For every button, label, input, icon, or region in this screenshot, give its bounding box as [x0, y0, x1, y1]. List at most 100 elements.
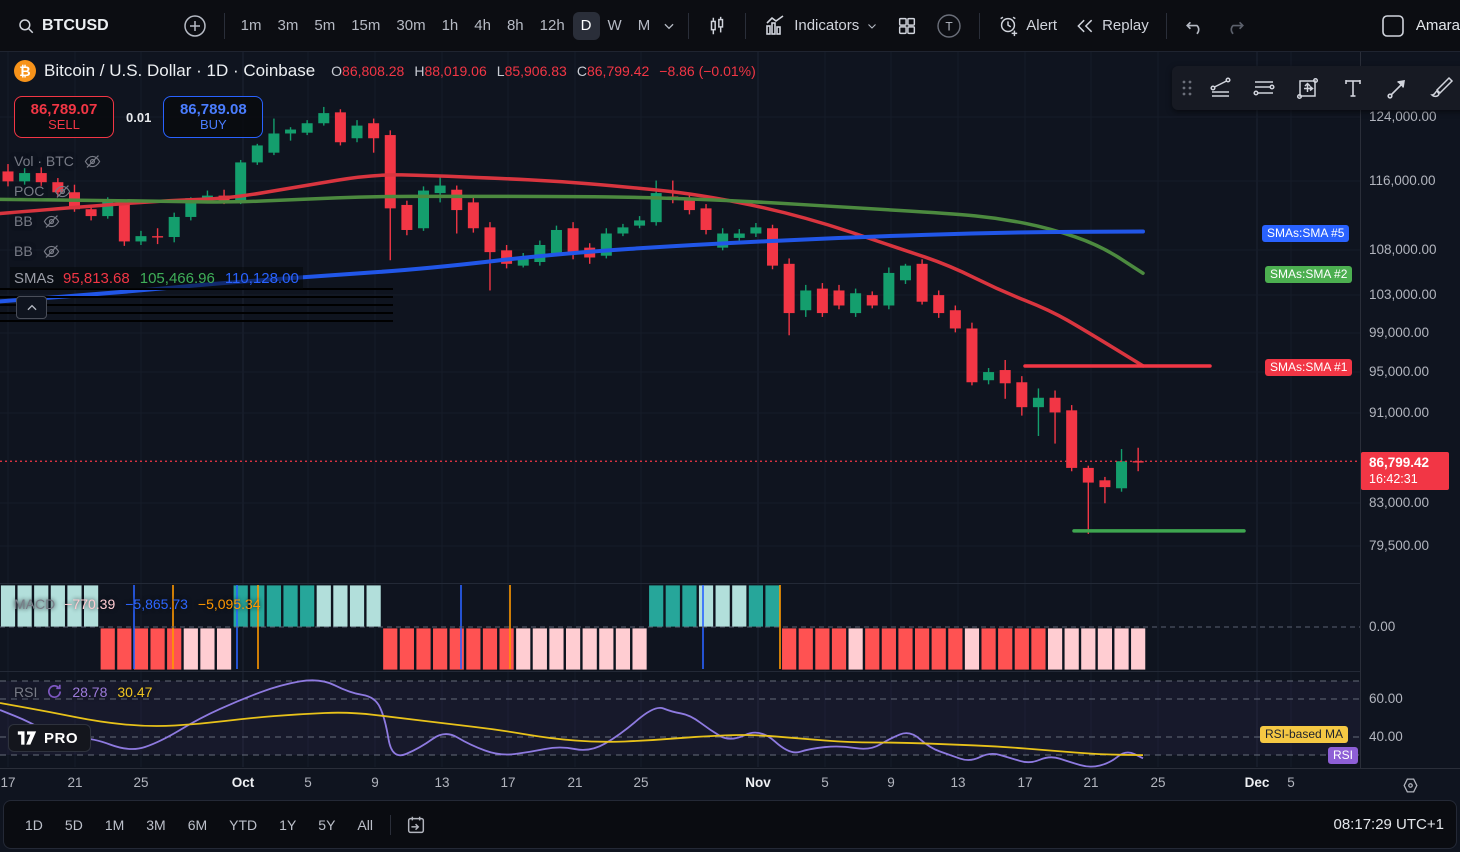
candle-body-oct-7[interactable] [334, 112, 346, 143]
candle-body-nov-1[interactable] [750, 227, 762, 234]
candle-body-oct-14[interactable] [451, 189, 463, 211]
timeframe-4h[interactable]: 4h [466, 12, 499, 40]
time-axis[interactable]: 17 21 25 Oct 5 9 13 17 21 25 Nov 5 9 13 17 21 25 Dec 5 [0, 768, 1460, 798]
candle-body-oct-6[interactable] [318, 113, 330, 124]
range-5d[interactable]: 5D [56, 813, 92, 837]
candle-body-oct-9[interactable] [368, 123, 380, 139]
candle-body-sep-26[interactable] [152, 236, 164, 238]
candle-body-nov-24[interactable] [1132, 461, 1144, 463]
candle-body-nov-2[interactable] [767, 228, 779, 266]
candle-body-nov-17[interactable] [1016, 382, 1028, 408]
candle-body-nov-7[interactable] [850, 293, 862, 314]
candle-body-oct-13[interactable] [434, 185, 446, 194]
alert-button[interactable]: Alert [988, 9, 1066, 43]
candle-body-nov-22[interactable] [1099, 480, 1111, 488]
timeframe-1m[interactable]: 1m [233, 12, 270, 40]
candle-body-nov-19[interactable] [1049, 397, 1061, 413]
candle-body-nov-6[interactable] [833, 290, 845, 306]
legend-item-bb[interactable]: BB [14, 206, 102, 236]
visibility-toggle[interactable] [53, 182, 72, 201]
trend-lines-tool-button[interactable] [1199, 69, 1239, 107]
timeframe-1h[interactable]: 1h [434, 12, 467, 40]
range-all[interactable]: All [348, 813, 382, 837]
candle-body-oct-8[interactable] [351, 125, 363, 139]
candle-body-oct-21[interactable] [567, 228, 579, 254]
range-1d[interactable]: 1D [16, 813, 52, 837]
undo-button[interactable] [1175, 9, 1215, 43]
candle-body-nov-21[interactable] [1082, 467, 1094, 483]
candle-body-nov-23[interactable] [1116, 461, 1128, 489]
candle-body-oct-16[interactable] [484, 227, 496, 253]
candle-body-oct-25[interactable] [634, 220, 646, 226]
range-1y[interactable]: 1Y [270, 813, 305, 837]
range-3m[interactable]: 3M [137, 813, 174, 837]
smas-legend-row[interactable]: SMAs 95,813.68 105,466.96 110,128.00 [10, 267, 303, 289]
axis-settings-button[interactable] [1398, 773, 1422, 797]
candle-body-nov-8[interactable] [866, 295, 878, 306]
candle-body-nov-9[interactable] [883, 272, 895, 306]
candle-body-oct-11[interactable] [401, 204, 413, 230]
macd-legend-row[interactable]: MACD −770.39 −5,865.73 −5,095.34 [14, 596, 261, 612]
range-1m[interactable]: 1M [96, 813, 133, 837]
candle-body-nov-5[interactable] [816, 288, 828, 314]
candle-body-nov-16[interactable] [999, 370, 1011, 384]
replay-button[interactable]: Replay [1066, 9, 1158, 43]
timeframe-more-button[interactable] [658, 9, 680, 43]
timeframe-D[interactable]: D [572, 11, 600, 40]
buy-button[interactable]: 86,789.08 BUY [163, 96, 264, 138]
symbol-header[interactable]: ₿ Bitcoin / U.S. Dollar · 1D · Coinbase … [14, 60, 756, 82]
redo-button[interactable] [1215, 9, 1255, 43]
horizontal-lines-tool-button[interactable] [1244, 69, 1284, 107]
template-button[interactable]: T [927, 9, 971, 43]
timeframe-M[interactable]: M [630, 12, 659, 40]
candle-body-nov-20[interactable] [1066, 410, 1078, 468]
range-ytd[interactable]: YTD [220, 813, 266, 837]
timeframe-5m[interactable]: 5m [306, 12, 343, 40]
candle-body-nov-12[interactable] [933, 295, 945, 314]
candle-body-nov-4[interactable] [800, 290, 812, 311]
go-to-date-button[interactable] [399, 808, 433, 842]
candle-body-sep-25[interactable] [135, 236, 147, 242]
symbol-search-button[interactable]: BTCUSD [8, 9, 118, 43]
projection-box-tool-button[interactable] [1288, 69, 1328, 107]
text-tool-button[interactable] [1333, 69, 1373, 107]
candle-body-oct-24[interactable] [617, 227, 629, 234]
candle-body-oct-3[interactable] [268, 133, 280, 153]
visibility-toggle[interactable] [42, 242, 61, 261]
candle-body-oct-19[interactable] [534, 244, 546, 263]
legend-item-bb[interactable]: BB [14, 236, 102, 266]
user-account-button[interactable]: Amara [1380, 13, 1460, 39]
candle-body-sep-27[interactable] [168, 216, 180, 238]
range-5y[interactable]: 5Y [309, 813, 344, 837]
timeframe-12h[interactable]: 12h [532, 12, 573, 40]
timeframe-W[interactable]: W [600, 12, 630, 40]
clock-timezone[interactable]: 08:17:29 UTC+1 [1334, 816, 1445, 833]
visibility-toggle[interactable] [42, 212, 61, 231]
range-6m[interactable]: 6M [179, 813, 216, 837]
layout-grid-button[interactable] [887, 9, 927, 43]
candle-body-oct-29[interactable] [700, 208, 712, 230]
candle-body-nov-3[interactable] [783, 263, 795, 314]
candle-body-nov-13[interactable] [949, 310, 961, 329]
candle-body-oct-31[interactable] [733, 233, 745, 238]
legend-item-vol-btc[interactable]: Vol · BTC [14, 146, 102, 176]
drag-handle-icon[interactable] [1178, 78, 1195, 98]
candle-body-nov-10[interactable] [899, 265, 911, 281]
timeframe-30m[interactable]: 30m [388, 12, 433, 40]
timeframe-3m[interactable]: 3m [270, 12, 307, 40]
visibility-toggle[interactable] [83, 152, 102, 171]
timeframe-8h[interactable]: 8h [499, 12, 532, 40]
candle-body-nov-11[interactable] [916, 263, 928, 302]
candle-body-oct-15[interactable] [467, 202, 479, 229]
candle-body-nov-15[interactable] [983, 372, 995, 381]
arrow-tool-button[interactable] [1377, 69, 1417, 107]
candle-body-oct-4[interactable] [285, 129, 297, 134]
candle-body-nov-18[interactable] [1032, 397, 1044, 408]
candle-body-sep-24[interactable] [118, 201, 130, 242]
compare-add-button[interactable] [174, 9, 216, 43]
candle-body-sep-17[interactable] [2, 171, 14, 182]
sell-button[interactable]: 86,789.07 SELL [14, 96, 114, 138]
legend-item-poc[interactable]: POC [14, 176, 102, 206]
timeframe-15m[interactable]: 15m [343, 12, 388, 40]
candle-body-oct-2[interactable] [251, 145, 263, 163]
